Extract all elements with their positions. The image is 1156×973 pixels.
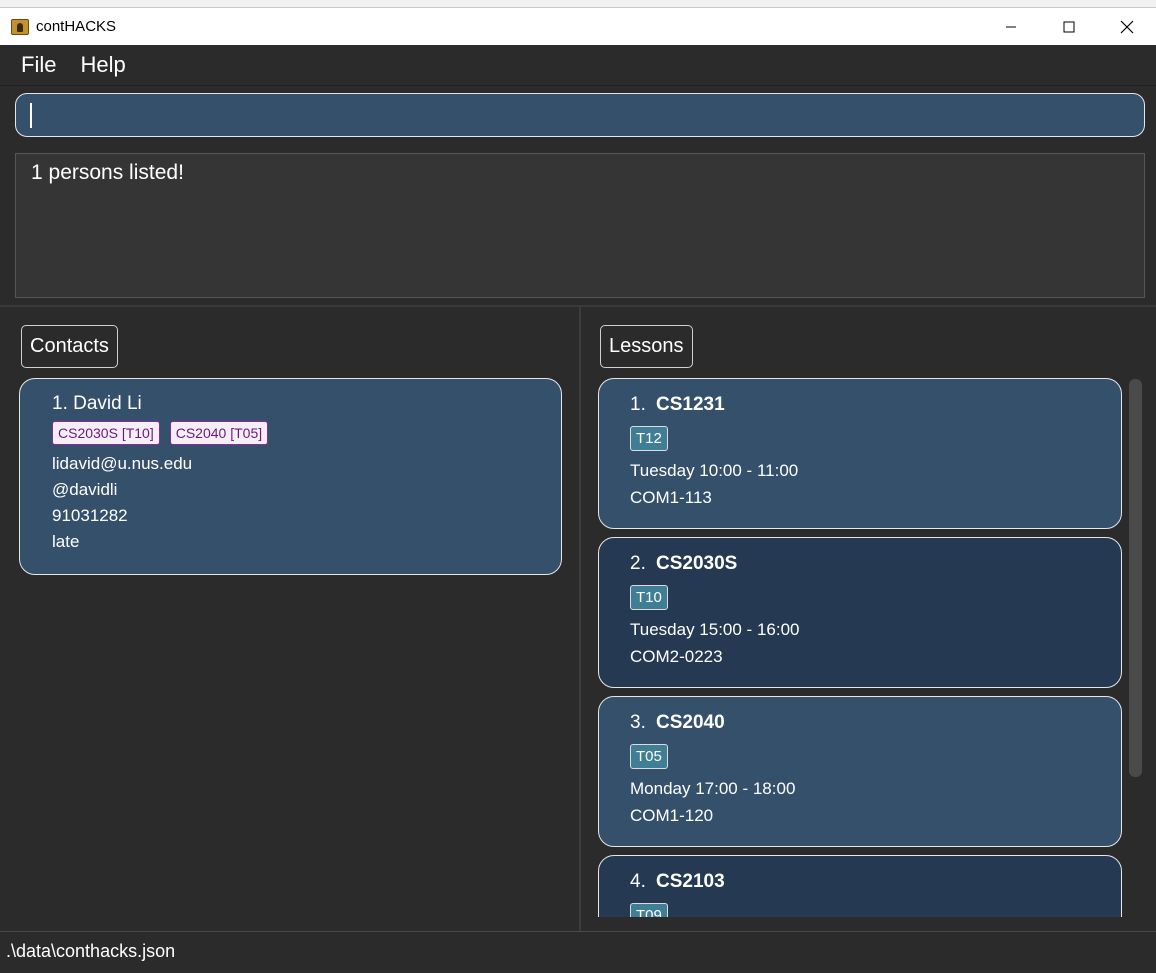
panel-divider[interactable] bbox=[579, 307, 581, 931]
lessons-list: 1. CS1231 T12 Tuesday 10:00 - 11:00 COM1… bbox=[598, 378, 1124, 917]
command-input[interactable] bbox=[15, 93, 1145, 137]
lesson-time: Tuesday 15:00 - 16:00 bbox=[630, 620, 800, 639]
lesson-venue: COM2-0223 bbox=[630, 647, 723, 666]
status-bar: .\data\conthacks.json bbox=[0, 931, 1156, 973]
lesson-code: CS1231 bbox=[656, 394, 725, 415]
lesson-card[interactable]: 4. CS2103 T09 bbox=[598, 855, 1122, 917]
contact-card[interactable]: 1. David Li CS2030S [T10] CS2040 [T05] l… bbox=[19, 378, 562, 575]
lesson-index: 1. bbox=[630, 394, 646, 415]
lessons-panel-label: Lessons bbox=[600, 325, 693, 368]
contacts-panel-label: Contacts bbox=[21, 325, 118, 368]
lesson-tag: T05 bbox=[630, 744, 668, 769]
lesson-card[interactable]: 1. CS1231 T12 Tuesday 10:00 - 11:00 COM1… bbox=[598, 378, 1122, 529]
contact-name: 1. David Li bbox=[52, 393, 142, 414]
menu-help[interactable]: Help bbox=[68, 52, 137, 78]
contact-remark: late bbox=[52, 532, 80, 551]
contact-tags: CS2030S [T10] CS2040 [T05] bbox=[52, 421, 269, 445]
title-bar: contHACKS bbox=[0, 8, 1156, 45]
lesson-time: Tuesday 10:00 - 11:00 bbox=[630, 461, 799, 480]
app-icon bbox=[11, 18, 29, 35]
main-area: 1 persons listed! Contacts 1. David Li C… bbox=[0, 86, 1156, 931]
result-display: 1 persons listed! bbox=[15, 153, 1145, 298]
lesson-venue: COM1-113 bbox=[630, 488, 712, 507]
lesson-card[interactable]: 2. CS2030S T10 Tuesday 15:00 - 16:00 COM… bbox=[598, 537, 1122, 688]
minimize-icon bbox=[1006, 26, 1016, 27]
lesson-tag: T12 bbox=[630, 426, 668, 451]
lesson-tag: T09 bbox=[630, 903, 668, 917]
horizontal-divider bbox=[0, 305, 1156, 307]
lesson-code: CS2030S bbox=[656, 553, 738, 574]
lesson-index: 4. bbox=[630, 871, 646, 892]
close-icon bbox=[1120, 20, 1134, 33]
contact-tag: CS2030S [T10] bbox=[52, 421, 160, 445]
window-title: contHACKS bbox=[36, 18, 117, 35]
data-file-path: .\data\conthacks.json bbox=[6, 941, 176, 961]
contact-tag: CS2040 [T05] bbox=[169, 421, 269, 445]
menu-bar: File Help bbox=[0, 45, 1156, 86]
maximize-button[interactable] bbox=[1040, 8, 1098, 45]
lessons-scrollbar[interactable] bbox=[1129, 379, 1142, 777]
text-caret bbox=[30, 103, 32, 128]
window-controls bbox=[982, 8, 1156, 45]
lesson-index: 2. bbox=[630, 553, 646, 574]
lesson-index: 3. bbox=[630, 712, 646, 733]
minimize-button[interactable] bbox=[982, 8, 1040, 45]
contact-telegram: @davidli bbox=[52, 480, 118, 499]
lesson-tag: T10 bbox=[630, 585, 668, 610]
cropped-top-strip bbox=[0, 0, 1156, 8]
lesson-venue: COM1-120 bbox=[630, 806, 714, 825]
lesson-code: CS2103 bbox=[656, 871, 725, 892]
lesson-card[interactable]: 3. CS2040 T05 Monday 17:00 - 18:00 COM1-… bbox=[598, 696, 1122, 847]
lesson-time: Monday 17:00 - 18:00 bbox=[630, 779, 796, 798]
contact-phone: 91031282 bbox=[52, 506, 128, 525]
maximize-icon bbox=[1063, 21, 1075, 32]
close-button[interactable] bbox=[1098, 8, 1156, 45]
lesson-code: CS2040 bbox=[656, 712, 725, 733]
menu-file[interactable]: File bbox=[0, 52, 68, 78]
contact-email: lidavid@u.nus.edu bbox=[52, 454, 193, 473]
result-text: 1 persons listed! bbox=[31, 161, 184, 184]
